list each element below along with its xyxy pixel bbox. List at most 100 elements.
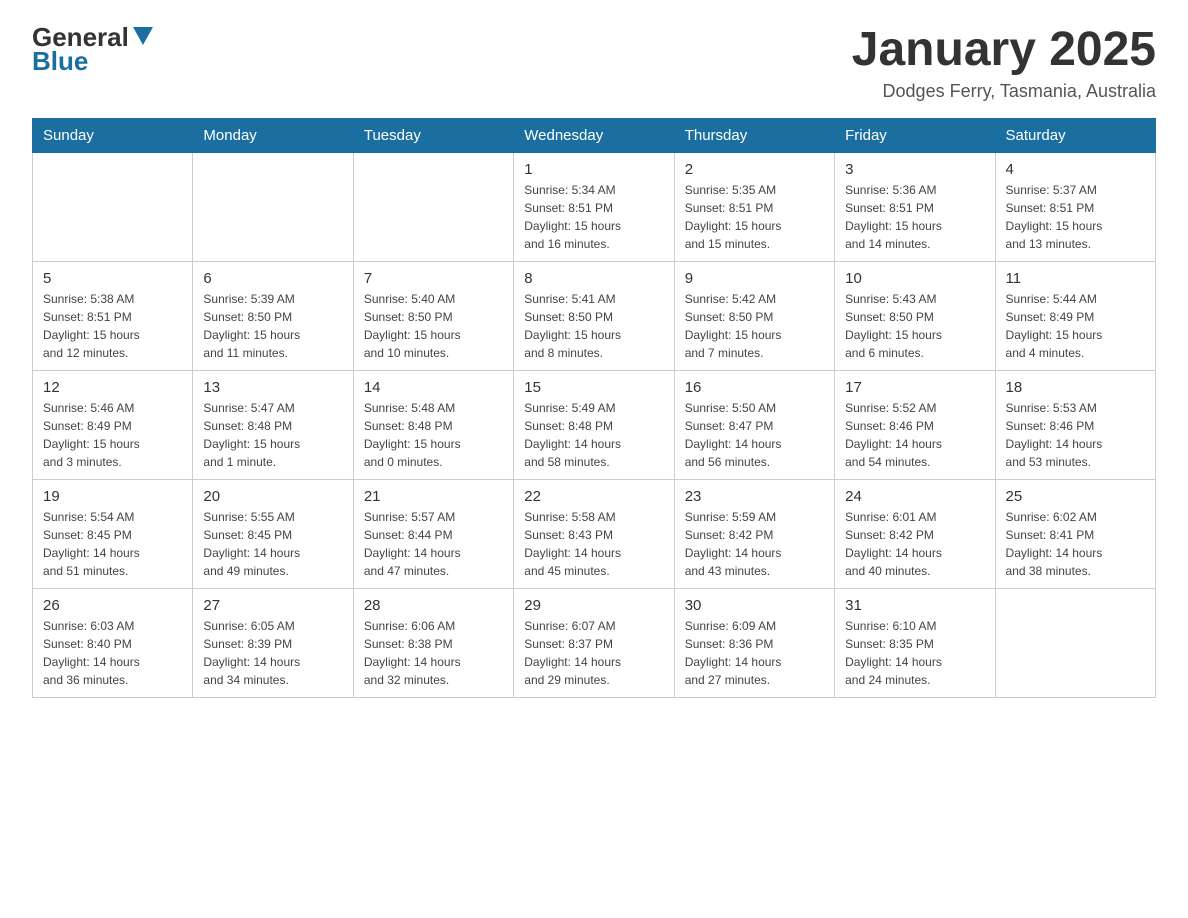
calendar-day-cell: 23 Sunrise: 5:59 AM Sunset: 8:42 PM Dayli… [674, 479, 834, 588]
calendar-week-row: 26 Sunrise: 6:03 AM Sunset: 8:40 PM Dayli… [33, 588, 1156, 697]
day-detail: Sunrise: 5:41 AM Sunset: 8:50 PM Dayligh… [524, 290, 663, 362]
calendar-day-cell: 18 Sunrise: 5:53 AM Sunset: 8:46 PM Dayli… [995, 370, 1155, 479]
day-number: 20 [203, 488, 342, 505]
day-detail: Sunrise: 6:07 AM Sunset: 8:37 PM Dayligh… [524, 617, 663, 689]
day-number: 26 [43, 597, 182, 614]
day-number: 15 [524, 379, 663, 396]
weekday-header-saturday: Saturday [995, 118, 1155, 152]
day-detail: Sunrise: 6:10 AM Sunset: 8:35 PM Dayligh… [845, 617, 984, 689]
day-number: 21 [364, 488, 503, 505]
calendar-day-cell: 1 Sunrise: 5:34 AM Sunset: 8:51 PM Daylig… [514, 152, 674, 261]
day-detail: Sunrise: 5:47 AM Sunset: 8:48 PM Dayligh… [203, 399, 342, 471]
day-detail: Sunrise: 5:40 AM Sunset: 8:50 PM Dayligh… [364, 290, 503, 362]
day-number: 16 [685, 379, 824, 396]
day-detail: Sunrise: 5:43 AM Sunset: 8:50 PM Dayligh… [845, 290, 984, 362]
calendar-day-cell: 11 Sunrise: 5:44 AM Sunset: 8:49 PM Dayli… [995, 261, 1155, 370]
day-number: 19 [43, 488, 182, 505]
calendar-day-cell: 14Sunrise: 5:48 AM Sunset: 8:48 PM Dayli… [353, 370, 513, 479]
day-number: 9 [685, 270, 824, 287]
calendar-day-cell: 2 Sunrise: 5:35 AM Sunset: 8:51 PM Daylig… [674, 152, 834, 261]
calendar-day-cell: 25Sunrise: 6:02 AM Sunset: 8:41 PM Dayli… [995, 479, 1155, 588]
weekday-header-thursday: Thursday [674, 118, 834, 152]
calendar-day-cell: 6Sunrise: 5:39 AM Sunset: 8:50 PM Daylig… [193, 261, 353, 370]
day-detail: Sunrise: 5:50 AM Sunset: 8:47 PM Dayligh… [685, 399, 824, 471]
month-title: January 2025 [852, 24, 1156, 77]
calendar-day-cell [33, 152, 193, 261]
day-number: 10 [845, 270, 984, 287]
day-number: 30 [685, 597, 824, 614]
logo-triangle-icon [133, 27, 153, 45]
weekday-header-monday: Monday [193, 118, 353, 152]
calendar-day-cell: 8Sunrise: 5:41 AM Sunset: 8:50 PM Daylig… [514, 261, 674, 370]
logo: General Blue [32, 24, 153, 74]
day-detail: Sunrise: 5:46 AM Sunset: 8:49 PM Dayligh… [43, 399, 182, 471]
day-detail: Sunrise: 5:44 AM Sunset: 8:49 PM Dayligh… [1006, 290, 1145, 362]
day-number: 13 [203, 379, 342, 396]
calendar-day-cell: 19 Sunrise: 5:54 AM Sunset: 8:45 PM Dayli… [33, 479, 193, 588]
day-detail: Sunrise: 6:01 AM Sunset: 8:42 PM Dayligh… [845, 508, 984, 580]
location-title: Dodges Ferry, Tasmania, Australia [852, 81, 1156, 102]
day-number: 3 [845, 161, 984, 178]
weekday-header-sunday: Sunday [33, 118, 193, 152]
calendar-day-cell: 7 Sunrise: 5:40 AM Sunset: 8:50 PM Daylig… [353, 261, 513, 370]
day-detail: Sunrise: 6:05 AM Sunset: 8:39 PM Dayligh… [203, 617, 342, 689]
day-detail: Sunrise: 5:59 AM Sunset: 8:42 PM Dayligh… [685, 508, 824, 580]
day-number: 7 [364, 270, 503, 287]
day-detail: Sunrise: 5:42 AM Sunset: 8:50 PM Dayligh… [685, 290, 824, 362]
logo-blue-text: Blue [32, 48, 88, 74]
calendar-day-cell: 22 Sunrise: 5:58 AM Sunset: 8:43 PM Dayli… [514, 479, 674, 588]
day-detail: Sunrise: 5:57 AM Sunset: 8:44 PM Dayligh… [364, 508, 503, 580]
day-number: 23 [685, 488, 824, 505]
calendar-day-cell: 29 Sunrise: 6:07 AM Sunset: 8:37 PM Dayli… [514, 588, 674, 697]
calendar-day-cell: 21 Sunrise: 5:57 AM Sunset: 8:44 PM Dayli… [353, 479, 513, 588]
day-number: 4 [1006, 161, 1145, 178]
day-number: 29 [524, 597, 663, 614]
calendar-day-cell: 3 Sunrise: 5:36 AM Sunset: 8:51 PM Daylig… [835, 152, 995, 261]
calendar-day-cell: 9 Sunrise: 5:42 AM Sunset: 8:50 PM Daylig… [674, 261, 834, 370]
calendar-day-cell: 27 Sunrise: 6:05 AM Sunset: 8:39 PM Dayli… [193, 588, 353, 697]
day-number: 5 [43, 270, 182, 287]
day-detail: Sunrise: 5:58 AM Sunset: 8:43 PM Dayligh… [524, 508, 663, 580]
day-detail: Sunrise: 6:09 AM Sunset: 8:36 PM Dayligh… [685, 617, 824, 689]
day-number: 31 [845, 597, 984, 614]
calendar-day-cell [995, 588, 1155, 697]
day-number: 11 [1006, 270, 1145, 287]
calendar-day-cell: 16 Sunrise: 5:50 AM Sunset: 8:47 PM Dayli… [674, 370, 834, 479]
calendar-day-cell: 10 Sunrise: 5:43 AM Sunset: 8:50 PM Dayli… [835, 261, 995, 370]
day-detail: Sunrise: 5:34 AM Sunset: 8:51 PM Dayligh… [524, 181, 663, 253]
day-detail: Sunrise: 5:54 AM Sunset: 8:45 PM Dayligh… [43, 508, 182, 580]
calendar-day-cell: 28Sunrise: 6:06 AM Sunset: 8:38 PM Dayli… [353, 588, 513, 697]
header: General Blue January 2025 Dodges Ferry, … [32, 24, 1156, 102]
day-number: 1 [524, 161, 663, 178]
calendar-day-cell: 20 Sunrise: 5:55 AM Sunset: 8:45 PM Dayli… [193, 479, 353, 588]
day-number: 2 [685, 161, 824, 178]
calendar-day-cell: 24 Sunrise: 6:01 AM Sunset: 8:42 PM Dayli… [835, 479, 995, 588]
day-number: 22 [524, 488, 663, 505]
day-detail: Sunrise: 5:38 AM Sunset: 8:51 PM Dayligh… [43, 290, 182, 362]
day-detail: Sunrise: 5:53 AM Sunset: 8:46 PM Dayligh… [1006, 399, 1145, 471]
title-area: January 2025 Dodges Ferry, Tasmania, Aus… [852, 24, 1156, 102]
calendar-day-cell: 15 Sunrise: 5:49 AM Sunset: 8:48 PM Dayli… [514, 370, 674, 479]
calendar-day-cell [353, 152, 513, 261]
day-detail: Sunrise: 5:37 AM Sunset: 8:51 PM Dayligh… [1006, 181, 1145, 253]
calendar-week-row: 12 Sunrise: 5:46 AM Sunset: 8:49 PM Dayli… [33, 370, 1156, 479]
day-detail: Sunrise: 6:03 AM Sunset: 8:40 PM Dayligh… [43, 617, 182, 689]
calendar-week-row: 19 Sunrise: 5:54 AM Sunset: 8:45 PM Dayli… [33, 479, 1156, 588]
day-detail: Sunrise: 5:55 AM Sunset: 8:45 PM Dayligh… [203, 508, 342, 580]
day-detail: Sunrise: 5:35 AM Sunset: 8:51 PM Dayligh… [685, 181, 824, 253]
day-detail: Sunrise: 6:02 AM Sunset: 8:41 PM Dayligh… [1006, 508, 1145, 580]
day-detail: Sunrise: 5:49 AM Sunset: 8:48 PM Dayligh… [524, 399, 663, 471]
day-number: 27 [203, 597, 342, 614]
calendar-table: SundayMondayTuesdayWednesdayThursdayFrid… [32, 118, 1156, 698]
day-number: 18 [1006, 379, 1145, 396]
day-detail: Sunrise: 5:36 AM Sunset: 8:51 PM Dayligh… [845, 181, 984, 253]
day-number: 24 [845, 488, 984, 505]
day-number: 12 [43, 379, 182, 396]
calendar-day-cell: 17Sunrise: 5:52 AM Sunset: 8:46 PM Dayli… [835, 370, 995, 479]
calendar-day-cell: 26 Sunrise: 6:03 AM Sunset: 8:40 PM Dayli… [33, 588, 193, 697]
calendar-day-cell: 12 Sunrise: 5:46 AM Sunset: 8:49 PM Dayli… [33, 370, 193, 479]
calendar-day-cell: 4 Sunrise: 5:37 AM Sunset: 8:51 PM Daylig… [995, 152, 1155, 261]
day-number: 14 [364, 379, 503, 396]
day-number: 28 [364, 597, 503, 614]
weekday-header-tuesday: Tuesday [353, 118, 513, 152]
